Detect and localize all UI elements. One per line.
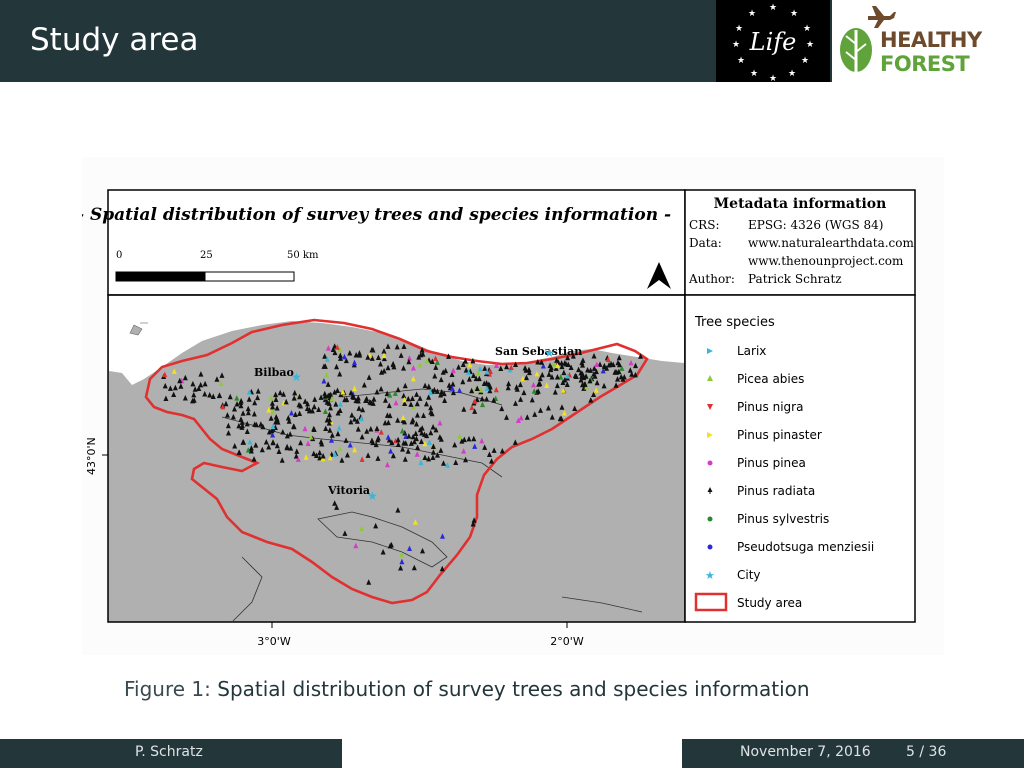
- healthy-forest-logo: HEALTHY FOREST: [832, 0, 1024, 82]
- svg-text:★: ★: [769, 74, 777, 82]
- legend-label: Pinus radiata: [737, 484, 815, 498]
- legend-label: Pseudotsuga menziesii: [737, 540, 874, 554]
- caption-text: Spatial distribution of survey trees and…: [217, 677, 810, 701]
- svg-text:★: ★: [790, 9, 798, 19]
- page-total: 36: [928, 744, 947, 760]
- map-figure: - Spatial distribution of survey trees a…: [77, 157, 944, 655]
- scale-label-50: 50 km: [287, 250, 319, 261]
- legend-label: Pinus pinaster: [737, 428, 822, 442]
- legend-symbol-4: [707, 460, 713, 466]
- scale-label-25: 25: [200, 250, 213, 261]
- author-label: Author:: [688, 272, 735, 286]
- lon-label-3w: 3°0'W: [257, 635, 291, 648]
- svg-text:★: ★: [732, 40, 740, 50]
- caption-label: Figure 1:: [124, 677, 211, 701]
- city-label-bilbao: Bilbao: [254, 366, 294, 379]
- svg-text:★: ★: [806, 40, 814, 50]
- svg-text:★: ★: [788, 69, 796, 79]
- city-label-vitoria: Vitoria: [327, 484, 370, 497]
- svg-text:★: ★: [735, 24, 743, 34]
- legend-label: Picea abies: [737, 372, 804, 386]
- data-value-1: www.naturalearthdata.com: [748, 236, 914, 250]
- city-label-san-sebastian: San Sebastian: [495, 345, 582, 358]
- author-value: Patrick Schratz: [748, 272, 842, 286]
- legend-label: Pinus nigra: [737, 400, 803, 414]
- page-current: 5: [906, 744, 915, 760]
- svg-text:★: ★: [769, 3, 777, 13]
- legend-label: Larix: [737, 344, 766, 358]
- figure-caption: Figure 1: Spatial distribution of survey…: [124, 677, 810, 701]
- logo-text-healthy: HEALTHY: [880, 28, 982, 52]
- city-marker-icon: ★: [291, 370, 302, 384]
- page-separator: /: [919, 744, 925, 760]
- airplane-icon: [868, 6, 896, 28]
- map-area: Bilbao San Sebastian Vitoria ★ ★ ★: [107, 294, 686, 623]
- lon-label-2w: 2°0'W: [550, 635, 584, 648]
- legend-symbol-7: [707, 544, 713, 550]
- tree-logo-icon: [840, 28, 872, 74]
- legend-label: Pinus sylvestris: [737, 512, 829, 526]
- footer-date: November 7, 2016: [740, 744, 871, 760]
- city-marker-icon: ★: [544, 346, 555, 360]
- legend-label: Study area: [737, 596, 802, 610]
- legend-symbol-6: [707, 516, 713, 522]
- footer-author: P. Schratz: [135, 744, 203, 760]
- scale-label-0: 0: [116, 250, 122, 261]
- life-logo: ★ ★ ★ ★ ★ ★ ★ ★ ★ ★ ★ ★ Life: [716, 0, 830, 84]
- slide-title: Study area: [30, 22, 199, 58]
- map-svg: - Spatial distribution of survey trees a…: [77, 189, 916, 648]
- legend-symbol-8: ★: [705, 569, 715, 582]
- map-title: - Spatial distribution of survey trees a…: [82, 205, 671, 225]
- svg-text:★: ★: [801, 56, 809, 66]
- city-marker-icon: ★: [367, 489, 378, 503]
- page-number: 5 / 36: [906, 744, 946, 760]
- crs-label: CRS:: [689, 218, 719, 232]
- svg-text:★: ★: [737, 56, 745, 66]
- logo-text-forest: FOREST: [880, 52, 970, 76]
- life-logo-text: Life: [749, 28, 797, 56]
- lat-label: 43°0'N: [85, 437, 98, 475]
- svg-text:★: ★: [803, 24, 811, 34]
- svg-text:★: ★: [750, 69, 758, 79]
- data-value-2: www.thenounproject.com: [748, 254, 904, 268]
- metadata-heading: Metadata information: [714, 196, 887, 212]
- legend-label: Pinus pinea: [737, 456, 806, 470]
- svg-text:★: ★: [748, 9, 756, 19]
- legend-title: Tree species: [694, 315, 775, 330]
- legend-label: City: [737, 568, 761, 582]
- crs-value: EPSG: 4326 (WGS 84): [748, 218, 883, 232]
- data-label: Data:: [689, 236, 722, 250]
